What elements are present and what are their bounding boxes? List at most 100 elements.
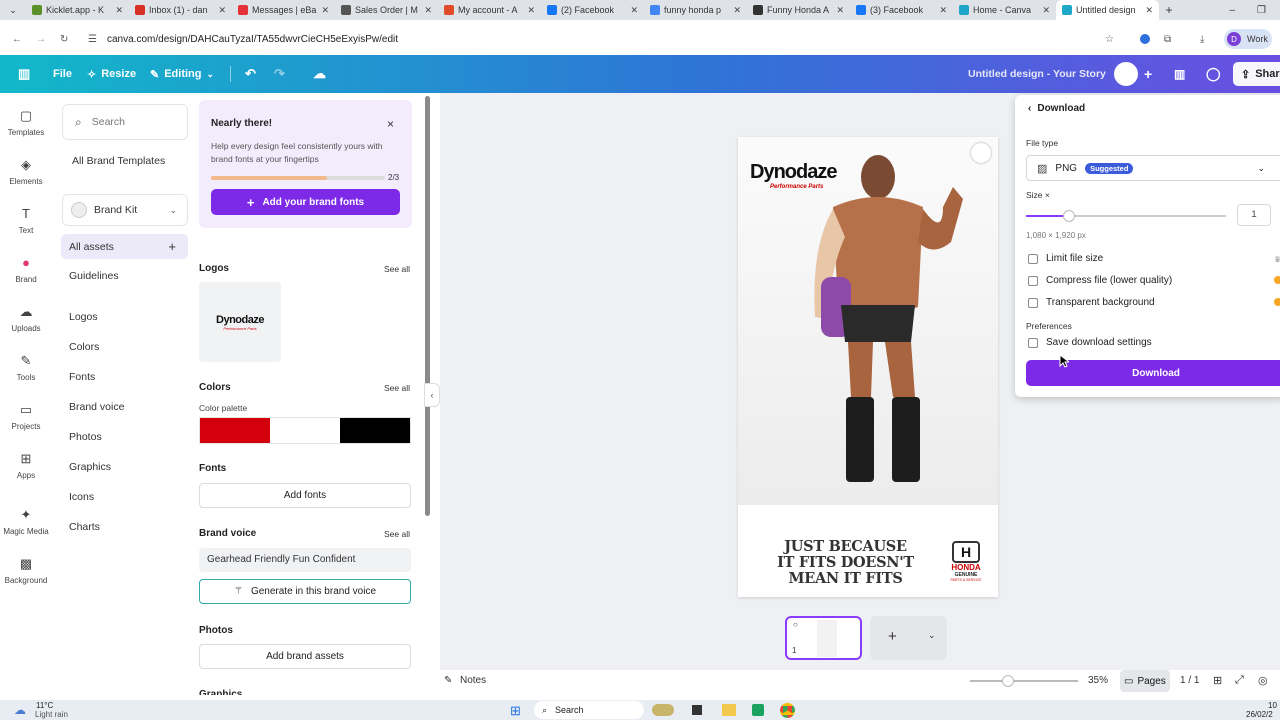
browser-tab[interactable]: Sales Order | M ✕ [335, 0, 438, 20]
canvas-badge[interactable] [971, 143, 991, 163]
extensions-puzzle-icon[interactable]: ⧉ [1164, 34, 1171, 45]
back-icon[interactable]: ← [12, 34, 22, 45]
thumb-options-icon[interactable]: ○ [793, 620, 798, 629]
collapse-panel-button[interactable]: ‹ [424, 383, 440, 407]
cloud-saved-icon[interactable]: ☁ [313, 55, 326, 93]
share-button[interactable]: ⇪ Shar [1233, 62, 1280, 86]
brand-kit-selector[interactable]: Brand Kit ⌄ [62, 194, 188, 226]
tagline-text[interactable]: JUST BECAUSE IT FITS DOESN'T MEAN IT FIT… [758, 539, 933, 587]
save-settings-checkbox[interactable] [1028, 337, 1038, 348]
design-page[interactable]: Dynodaze Performance Parts JUST BECAUSE … [738, 137, 998, 597]
windows-start-icon[interactable]: ⊞ [510, 703, 521, 719]
minimize-icon[interactable]: – [1229, 5, 1235, 16]
transparent-checkbox[interactable] [1028, 297, 1038, 308]
brand-voice-see-all-link[interactable]: See all [384, 529, 410, 539]
download-back-button[interactable]: ‹ Download [1028, 103, 1085, 114]
page-thumbnail[interactable]: ○ 1 [785, 616, 862, 660]
add-icon[interactable]: + [168, 239, 176, 254]
add-fonts-button[interactable]: Add fonts [199, 483, 411, 508]
close-tab-icon[interactable]: ✕ [836, 5, 844, 16]
browser-tab[interactable]: Untitled design ✕ [1056, 0, 1159, 20]
close-tab-icon[interactable]: ✕ [321, 5, 329, 16]
sidebar-item-guidelines[interactable]: Guidelines [69, 270, 119, 282]
redo-icon[interactable]: ↷ [274, 55, 285, 93]
rail-item-projects[interactable]: ▭ Projects [0, 402, 52, 431]
insights-chart-icon[interactable]: ▥ [1174, 55, 1185, 93]
close-tab-icon[interactable]: ✕ [939, 5, 947, 16]
browser-tab[interactable]: Inbox (1) - dan ✕ [129, 0, 232, 20]
fullscreen-icon[interactable]: ⤢ [1235, 674, 1244, 687]
brand-logo-tile[interactable]: Dynodaze Performance Parts [199, 282, 281, 362]
resize-button[interactable]: ✧ Resize [87, 55, 136, 93]
chrome-icon[interactable] [780, 703, 795, 718]
panel-scrollbar[interactable] [425, 96, 430, 516]
close-icon[interactable]: × [387, 117, 394, 131]
temperature[interactable]: 11°C [36, 701, 53, 710]
sidebar-item-graphics[interactable]: Graphics [69, 461, 111, 473]
close-tab-icon[interactable]: ✕ [733, 5, 741, 16]
tab-search-icon[interactable]: ⌄ [0, 5, 26, 16]
browser-tab[interactable]: funny honda p ✕ [644, 0, 747, 20]
forward-icon[interactable]: → [36, 34, 46, 45]
taskbar-search-box[interactable]: ⌕ Search [534, 701, 644, 719]
zoom-slider[interactable] [970, 675, 1078, 687]
notes-icon[interactable]: ✎ [444, 675, 452, 686]
extension-icon[interactable] [1140, 34, 1150, 44]
grid-view-icon[interactable]: ⊞ [1213, 674, 1222, 687]
browser-tab[interactable]: Kicklet.app - K ✕ [26, 0, 129, 20]
zoom-slider-thumb[interactable] [1002, 675, 1014, 687]
restore-icon[interactable]: ❐ [1257, 5, 1266, 16]
close-tab-icon[interactable]: ✕ [218, 5, 226, 16]
save-settings-option[interactable]: Save download settings [1028, 337, 1152, 348]
sidebar-toggle-icon[interactable]: ▥ [18, 55, 30, 93]
rail-item-apps[interactable]: ⊞ Apps [0, 451, 52, 480]
browser-tab[interactable]: Home - Canva ✕ [953, 0, 1056, 20]
editing-mode-button[interactable]: ✎ Editing ⌄ [150, 55, 214, 93]
bookmark-star-icon[interactable]: ☆ [1105, 34, 1114, 45]
wrestler-figure-image[interactable] [793, 147, 963, 497]
search-input[interactable]: ⌕ Search [62, 104, 188, 140]
add-brand-fonts-button[interactable]: + Add your brand fonts [211, 189, 400, 215]
browser-tab[interactable]: My account - A ✕ [438, 0, 541, 20]
compress-checkbox[interactable] [1028, 275, 1038, 286]
close-tab-icon[interactable]: ✕ [527, 5, 535, 16]
transparent-option[interactable]: Transparent background [1028, 297, 1155, 308]
download-tray-icon[interactable]: ⤓ [1200, 34, 1204, 45]
weather-text[interactable]: Light rain [35, 710, 68, 719]
add-collaborator-icon[interactable]: + [1144, 55, 1152, 93]
sidebar-item-icons[interactable]: Icons [69, 491, 94, 503]
honda-logo[interactable]: H HONDA GENUINE PARTS & SERVICE [938, 541, 994, 582]
rail-item-uploads[interactable]: ☁ Uploads [0, 304, 52, 333]
compress-option[interactable]: Compress file (lower quality) [1028, 275, 1172, 286]
logos-see-all-link[interactable]: See all [384, 264, 410, 274]
design-title[interactable]: Untitled design - Your Story [968, 55, 1106, 93]
collaborator-avatar[interactable] [1114, 62, 1138, 86]
browser-tab[interactable]: (3) Facebook ✕ [850, 0, 953, 20]
sidebar-item-photos[interactable]: Photos [69, 431, 102, 443]
limit-checkbox[interactable] [1028, 253, 1038, 264]
reload-icon[interactable]: ↻ [60, 34, 68, 45]
task-view-icon[interactable] [692, 705, 702, 715]
close-tab-icon[interactable]: ✕ [1145, 5, 1153, 16]
close-tab-icon[interactable]: ✕ [630, 5, 638, 16]
size-slider[interactable] [1026, 210, 1226, 222]
close-tab-icon[interactable]: ✕ [115, 5, 123, 16]
rail-item-templates[interactable]: ▢ Templates [0, 108, 52, 137]
sidebar-item-fonts[interactable]: Fonts [69, 371, 95, 383]
sidebar-item-colors[interactable]: Colors [69, 341, 99, 353]
new-tab-icon[interactable]: + [1159, 3, 1179, 17]
rail-item-tools[interactable]: ✎ Tools [0, 353, 52, 382]
chevron-down-icon[interactable]: ⌄ [928, 630, 936, 641]
close-tab-icon[interactable]: ✕ [1042, 5, 1050, 16]
url-text[interactable]: canva.com/design/DAHCauTyzaI/TA55dwvrCie… [107, 34, 398, 45]
rail-item-text[interactable]: T Text [0, 206, 52, 235]
file-menu-button[interactable]: File [53, 55, 72, 93]
color-swatch[interactable] [340, 418, 410, 443]
widget-icon[interactable] [652, 704, 674, 716]
help-icon[interactable]: ◎ [1258, 674, 1268, 687]
rail-item-brand[interactable]: ● Brand [0, 255, 52, 284]
add-brand-assets-button[interactable]: Add brand assets [199, 644, 411, 669]
pages-button[interactable]: ▭ Pages [1120, 670, 1170, 692]
sidebar-item-charts[interactable]: Charts [69, 521, 100, 533]
browser-tab[interactable]: Messages | eBa ✕ [232, 0, 335, 20]
